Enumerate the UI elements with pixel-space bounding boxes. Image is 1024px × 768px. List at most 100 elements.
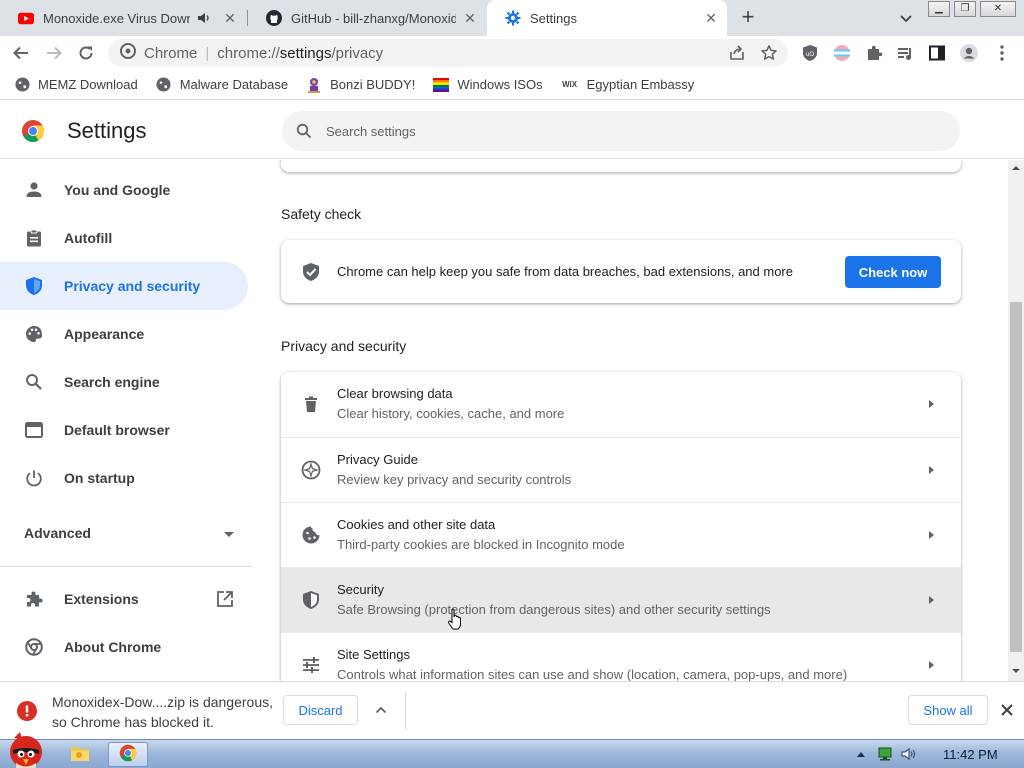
- address-bar[interactable]: Chrome | chrome://settings/privacy: [108, 39, 788, 67]
- chrome-icon: [24, 637, 44, 657]
- star-icon[interactable]: [760, 44, 778, 66]
- share-icon[interactable]: [728, 44, 746, 66]
- tab-settings[interactable]: Settings ✕: [487, 0, 727, 36]
- page-scrollbar[interactable]: [1008, 160, 1024, 681]
- row-site-settings[interactable]: Site Settings Controls what information …: [281, 632, 961, 681]
- scroll-up-arrow-icon[interactable]: [1008, 162, 1024, 174]
- menu-kebab-icon[interactable]: [991, 42, 1013, 64]
- chrome-logo-icon: [21, 119, 45, 143]
- row-privacy-guide[interactable]: Privacy Guide Review key privacy and sec…: [281, 437, 961, 502]
- tray-arrow-icon[interactable]: [852, 746, 870, 762]
- bookmark-label: Malware Database: [179, 77, 289, 92]
- taskbar-explorer[interactable]: [60, 742, 100, 767]
- section-heading-safety-check: Safety check: [281, 206, 362, 222]
- settings-search[interactable]: [282, 111, 960, 151]
- bookmark-memz[interactable]: MEMZ Download: [14, 77, 138, 93]
- volume-icon[interactable]: [900, 746, 918, 762]
- arrow-right-icon: [925, 659, 937, 671]
- maximize-button[interactable]: ❐: [954, 1, 976, 17]
- row-cookies[interactable]: Cookies and other site data Third-party …: [281, 502, 961, 567]
- media-queue-icon[interactable]: [894, 42, 916, 64]
- ublock-icon[interactable]: uO: [799, 42, 821, 64]
- row-subtitle: Third-party cookies are blocked in Incog…: [337, 537, 625, 552]
- privacy-card: Clear browsing data Clear history, cooki…: [281, 372, 961, 681]
- minimize-button[interactable]: ▁: [928, 1, 950, 17]
- network-icon[interactable]: [876, 746, 894, 762]
- side-panel-icon[interactable]: [926, 42, 948, 64]
- row-security[interactable]: Security Safe Browsing (protection from …: [281, 567, 961, 632]
- hand-cursor-icon: [447, 608, 463, 630]
- bookmark-label: Egyptian Embassy: [586, 77, 695, 92]
- bookmark-windows-isos[interactable]: Windows ISOs: [433, 77, 543, 93]
- compass-icon: [301, 460, 321, 480]
- sidebar-item-label: On startup: [64, 470, 135, 486]
- sidebar-item-default-browser[interactable]: Default browser: [0, 406, 248, 454]
- puzzle-icon[interactable]: [863, 42, 885, 64]
- sidebar-item-search-engine[interactable]: Search engine: [0, 358, 248, 406]
- bookmark-egyptian-embassy[interactable]: WiX Egyptian Embassy: [561, 77, 695, 93]
- youtube-icon: [18, 10, 34, 26]
- sidebar-item-autofill[interactable]: Autofill: [0, 214, 248, 262]
- tab-github[interactable]: GitHub - bill-zhanxg/Monoxide ✕: [248, 0, 486, 36]
- sidebar-item-privacy-and-security[interactable]: Privacy and security: [0, 262, 248, 310]
- chrome-logo-icon: [119, 744, 137, 765]
- bookmarks-bar: MEMZ Download Malware Database Bonzi BUD…: [0, 70, 1024, 100]
- sidebar-item-label: Privacy and security: [64, 278, 201, 294]
- taskbar-chrome[interactable]: [108, 742, 148, 767]
- arrow-right-icon: [925, 398, 937, 410]
- cookie-icon: [301, 525, 321, 545]
- new-tab-button[interactable]: +: [736, 6, 760, 30]
- search-input[interactable]: [326, 121, 926, 141]
- start-angry-bird-icon[interactable]: [0, 730, 52, 768]
- reload-button[interactable]: [75, 42, 97, 64]
- tab-youtube[interactable]: Monoxide.exe Virus Download ✕: [0, 0, 246, 36]
- bookmark-bonzi-buddy[interactable]: Bonzi BUDDY!: [306, 77, 415, 93]
- tab-close-icon[interactable]: ✕: [462, 10, 478, 26]
- forward-button[interactable]: [43, 42, 65, 64]
- close-window-button[interactable]: ✕: [980, 1, 1016, 17]
- bookmark-malware-database[interactable]: Malware Database: [156, 77, 288, 93]
- back-button[interactable]: [10, 42, 32, 64]
- sliders-icon: [301, 655, 321, 675]
- sidebar-advanced-toggle[interactable]: Advanced: [24, 525, 234, 541]
- tab-search-chevron-icon[interactable]: [896, 8, 916, 28]
- chrome-page-icon: [120, 43, 136, 63]
- sidebar-item-you-and-google[interactable]: You and Google: [0, 166, 248, 214]
- sidebar-item-about-chrome[interactable]: About Chrome: [0, 623, 248, 671]
- tab-title: Settings: [530, 10, 577, 26]
- safety-check-text: Chrome can help keep you safe from data …: [337, 264, 793, 279]
- toolbar: Chrome | chrome://settings/privacy uO: [0, 36, 1024, 70]
- sidebar-item-appearance[interactable]: Appearance: [0, 310, 248, 358]
- danger-icon: [17, 701, 37, 721]
- check-now-button[interactable]: Check now: [845, 256, 941, 288]
- windows-taskbar: 11:42 PM: [0, 732, 1024, 768]
- scroll-down-arrow-icon[interactable]: [1008, 665, 1024, 677]
- page-title: Settings: [67, 118, 147, 143]
- speaker-icon[interactable]: [196, 10, 212, 26]
- sidebar-item-label: Extensions: [64, 591, 139, 607]
- omnibox-chip: Chrome: [144, 44, 198, 62]
- sidebar-divider: [0, 566, 252, 567]
- profile-avatar-icon[interactable]: [958, 42, 980, 64]
- row-clear-browsing-data[interactable]: Clear browsing data Clear history, cooki…: [281, 372, 961, 437]
- tab-close-icon[interactable]: ✕: [703, 10, 719, 26]
- taskbar-clock: 11:42 PM: [943, 747, 998, 762]
- sidebar-item-extensions[interactable]: Extensions: [0, 575, 248, 623]
- show-all-button[interactable]: Show all: [908, 695, 988, 725]
- chevron-up-icon[interactable]: [373, 702, 389, 718]
- close-icon[interactable]: [998, 701, 1016, 719]
- row-subtitle: Safe Browsing (protection from dangerous…: [337, 602, 771, 617]
- row-subtitle: Clear history, cookies, cache, and more: [337, 406, 565, 421]
- tab-close-icon[interactable]: ✕: [222, 10, 238, 26]
- search-icon: [296, 123, 312, 139]
- browser-icon: [24, 420, 44, 440]
- bookmark-label: MEMZ Download: [38, 77, 138, 92]
- discard-button[interactable]: Discard: [283, 695, 358, 725]
- row-subtitle: Review key privacy and security controls: [337, 472, 572, 487]
- globe-icon: [156, 77, 172, 93]
- scrollbar-thumb[interactable]: [1010, 302, 1022, 652]
- tab-strip: Monoxide.exe Virus Download ✕ GitHub - b…: [0, 0, 1024, 36]
- extension-flag-icon[interactable]: [831, 42, 853, 64]
- rainbow-flag-icon: [433, 77, 450, 93]
- sidebar-item-on-startup[interactable]: On startup: [0, 454, 248, 502]
